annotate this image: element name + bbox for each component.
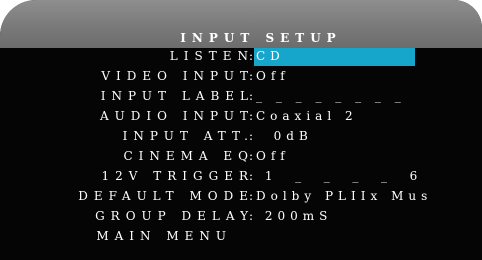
menu-value-input-att: 0dB xyxy=(256,129,313,143)
menu-label-listen: LISTEN xyxy=(169,49,254,63)
title-bar: INPUT SETUP xyxy=(0,0,482,48)
menu-label-group-delay: GROUP DELAY xyxy=(95,209,254,223)
menu-label-input-label: INPUT LABEL xyxy=(100,89,254,103)
separator: : xyxy=(248,169,254,183)
menu-value-group-delay: 200mS xyxy=(256,209,333,223)
menu-value-default-mode: Dolby PLIIx Mus xyxy=(256,189,433,203)
menu-value-video-input: Off xyxy=(256,69,290,83)
menu-value-listen: CD xyxy=(256,49,285,63)
menu-row-group-delay[interactable]: GROUP DELAY : 200mS xyxy=(0,208,482,225)
menu-value-audio-input: Coaxial 2 xyxy=(256,109,358,123)
menu-row-cinema-eq[interactable]: CINEMA EQ : Off xyxy=(0,148,482,165)
menu-label-audio-input: AUDIO INPUT xyxy=(99,109,254,123)
menu-label-cinema-eq: CINEMA EQ xyxy=(123,149,254,163)
menu-value-12v-trigger: 1 _ _ _ _ 6 xyxy=(256,169,423,183)
menu-label-video-input: VIDEO INPUT xyxy=(101,69,254,83)
menu-row-video-input[interactable]: VIDEO INPUT : Off xyxy=(0,68,482,85)
menu-label-12v-trigger: 12V TRIGGER xyxy=(101,169,254,183)
separator: : xyxy=(248,189,254,203)
menu-value-input-label: _ _ _ _ _ _ _ _ xyxy=(256,89,406,103)
separator: : xyxy=(248,89,254,103)
menu-row-input-att[interactable]: INPUT ATT. : 0dB xyxy=(0,128,482,145)
page-title: INPUT SETUP xyxy=(180,31,342,45)
menu-row-audio-input[interactable]: AUDIO INPUT : Coaxial 2 xyxy=(0,108,482,125)
menu-label-input-att: INPUT ATT. xyxy=(122,129,254,143)
menu-row-12v-trigger[interactable]: 12V TRIGGER : 1 _ _ _ _ 6 xyxy=(0,168,482,185)
separator: : xyxy=(248,69,254,83)
separator: : xyxy=(248,209,254,223)
separator: : xyxy=(248,49,254,63)
separator: : xyxy=(248,109,254,123)
menu-row-listen[interactable]: LISTEN : CD xyxy=(0,48,482,65)
menu-label-main-menu: MAIN MENU xyxy=(96,229,232,243)
menu-row-input-label[interactable]: INPUT LABEL : _ _ _ _ _ _ _ _ xyxy=(0,88,482,105)
menu-row-default-mode[interactable]: DEFAULT MODE : Dolby PLIIx Mus xyxy=(0,188,482,205)
separator: : xyxy=(248,129,254,143)
separator: : xyxy=(248,149,254,163)
menu-row-main-menu[interactable]: MAIN MENU xyxy=(0,228,482,245)
menu-value-cinema-eq: Off xyxy=(256,149,290,163)
menu-label-default-mode: DEFAULT MODE xyxy=(78,189,254,203)
osd-screen: INPUT SETUP LISTEN : CD VIDEO INPUT : Of… xyxy=(0,0,482,260)
